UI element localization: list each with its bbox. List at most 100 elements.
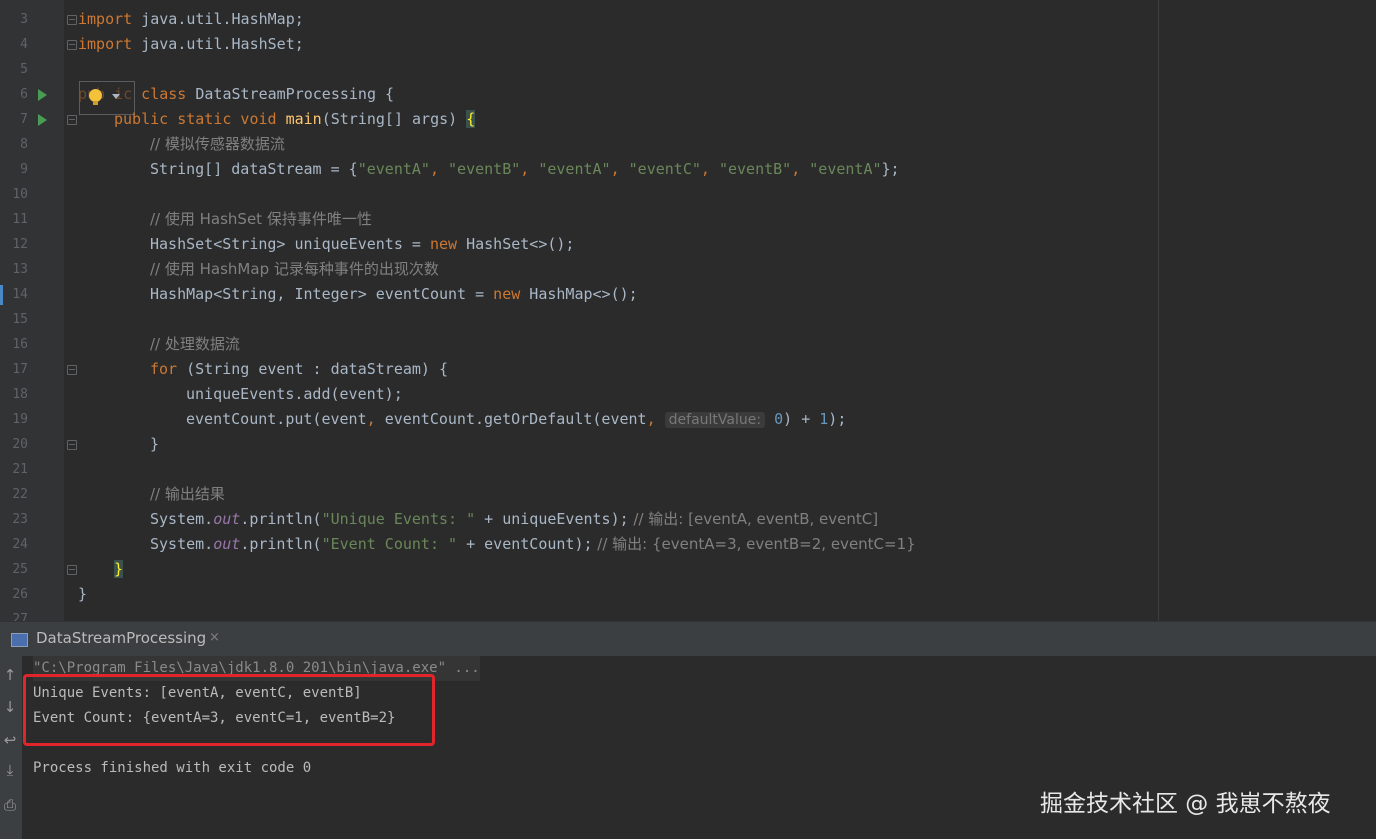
line-number: 23 bbox=[12, 512, 28, 527]
comment: // 使用 HashSet 保持事件唯一性 bbox=[150, 210, 372, 228]
code-text: ) + bbox=[783, 410, 820, 428]
comma: , bbox=[429, 160, 449, 178]
line-number: 5 bbox=[20, 62, 28, 77]
number-literal: 0 bbox=[774, 410, 784, 428]
code-text: HashMap<>(); bbox=[520, 285, 638, 303]
soft-wrap-icon[interactable]: ↩ bbox=[0, 731, 20, 749]
code-line-11[interactable]: // 使用 HashSet 保持事件唯一性 bbox=[150, 207, 372, 232]
line-number: 4 bbox=[20, 37, 28, 52]
string-literal: "eventA" bbox=[357, 160, 430, 178]
run-main-icon[interactable] bbox=[38, 114, 47, 126]
line-number: 25 bbox=[12, 562, 28, 577]
line-number: 13 bbox=[12, 262, 28, 277]
down-arrow-icon[interactable]: ↓ bbox=[0, 698, 20, 716]
fold-icon[interactable] bbox=[67, 440, 77, 450]
code-line-8[interactable]: // 模拟传感器数据流 bbox=[150, 132, 285, 157]
code-line-24[interactable]: System.out.println("Event Count: " + eve… bbox=[150, 532, 916, 557]
code-text: java.util.HashSet; bbox=[132, 35, 304, 53]
class-name: DataStreamProcessing { bbox=[195, 85, 395, 103]
string-literal: "eventA" bbox=[538, 160, 611, 178]
comma: , bbox=[366, 410, 385, 428]
fold-icon[interactable] bbox=[67, 40, 77, 50]
close-icon[interactable]: × bbox=[209, 630, 220, 645]
run-toolbar: ↑ ↓ ↩ ⤓ ⎙ bbox=[0, 656, 22, 839]
keyword: new bbox=[429, 235, 458, 253]
comment: // 输出结果 bbox=[150, 485, 225, 503]
line-number: 11 bbox=[12, 212, 28, 227]
code-text: HashSet<>(); bbox=[457, 235, 575, 253]
code-text: HashMap<String, Integer> eventCount = bbox=[150, 285, 494, 303]
code-line-9[interactable]: String[] dataStream = {"eventA", "eventB… bbox=[150, 157, 900, 182]
chevron-down-icon[interactable] bbox=[112, 94, 120, 99]
code-text: + eventCount); bbox=[457, 535, 593, 553]
line-number: 3 bbox=[20, 12, 28, 27]
code-text: .println( bbox=[240, 510, 322, 528]
line-number: 10 bbox=[12, 187, 28, 202]
watermark: 掘金技术社区 @ 我崽不熬夜 bbox=[1040, 791, 1331, 817]
code-text: HashSet<String> uniqueEvents = bbox=[150, 235, 430, 253]
lightbulb-icon[interactable] bbox=[89, 89, 102, 105]
line-number: 26 bbox=[12, 587, 28, 602]
code-editor[interactable]: 3 4 5 6 7 8 9 10 11 12 13 14 15 16 17 18… bbox=[0, 0, 1376, 621]
static-field: out bbox=[213, 535, 241, 553]
code-line-4[interactable]: import java.util.HashSet; bbox=[78, 32, 304, 57]
keyword: import bbox=[78, 35, 133, 53]
scroll-to-end-icon[interactable]: ⤓ bbox=[0, 761, 20, 779]
fold-icon[interactable] bbox=[67, 115, 77, 125]
keyword: import bbox=[78, 10, 133, 28]
right-margin-guide bbox=[1158, 0, 1159, 621]
code-line-17[interactable]: for (String event : dataStream) { bbox=[150, 357, 448, 382]
code-line-18[interactable]: uniqueEvents.add(event); bbox=[186, 382, 403, 407]
keyword: for bbox=[150, 360, 178, 378]
up-arrow-icon[interactable]: ↑ bbox=[0, 666, 20, 684]
code-text: } bbox=[78, 585, 88, 603]
parameter-hint: defaultValue: bbox=[664, 412, 766, 428]
number-literal: 1 bbox=[819, 410, 829, 428]
code-text: }; bbox=[881, 160, 900, 178]
code-line-20[interactable]: } bbox=[150, 432, 159, 457]
comma: , bbox=[700, 160, 719, 178]
string-literal: "eventC" bbox=[628, 160, 701, 178]
line-number: 15 bbox=[12, 312, 28, 327]
code-line-3[interactable]: import java.util.HashMap; bbox=[78, 7, 304, 32]
comma: , bbox=[646, 410, 665, 428]
comment: // 输出: {eventA=3, eventB=2, eventC=1} bbox=[592, 535, 916, 553]
line-number: 19 bbox=[12, 412, 28, 427]
matched-brace: } bbox=[114, 560, 124, 578]
code-line-14[interactable]: HashMap<String, Integer> eventCount = ne… bbox=[150, 282, 638, 307]
run-tab-label[interactable]: DataStreamProcessing bbox=[36, 629, 206, 647]
comma: , bbox=[610, 160, 629, 178]
string-literal: "Event Count: " bbox=[321, 535, 458, 553]
comment: // 使用 HashMap 记录每种事件的出现次数 bbox=[150, 260, 439, 278]
matched-brace: { bbox=[466, 110, 476, 128]
code-line-13[interactable]: // 使用 HashMap 记录每种事件的出现次数 bbox=[150, 257, 439, 282]
run-config-icon bbox=[11, 633, 28, 647]
code-line-7[interactable]: public static void main(String[] args) { bbox=[114, 107, 476, 132]
string-literal: "eventB" bbox=[718, 160, 792, 178]
code-text: System. bbox=[150, 535, 214, 553]
code-line-23[interactable]: System.out.println("Unique Events: " + u… bbox=[150, 507, 878, 532]
line-number: 22 bbox=[12, 487, 28, 502]
fold-icon[interactable] bbox=[67, 15, 77, 25]
code-line-16[interactable]: // 处理数据流 bbox=[150, 332, 240, 357]
code-text: (String event : dataStream) { bbox=[177, 360, 449, 378]
run-class-icon[interactable] bbox=[38, 89, 47, 101]
comment: // 模拟传感器数据流 bbox=[150, 135, 285, 153]
code-line-19[interactable]: eventCount.put(event, eventCount.getOrDe… bbox=[186, 407, 846, 432]
code-line-22[interactable]: // 输出结果 bbox=[150, 482, 225, 507]
line-number: 14 bbox=[12, 287, 28, 302]
line-number: 20 bbox=[12, 437, 28, 452]
code-text: ); bbox=[828, 410, 847, 428]
code-line-26[interactable]: } bbox=[78, 582, 87, 607]
line-number: 21 bbox=[12, 462, 28, 477]
method-name: main bbox=[285, 110, 322, 128]
line-number: 16 bbox=[12, 337, 28, 352]
line-number: 12 bbox=[12, 237, 28, 252]
code-line-25[interactable]: } bbox=[114, 557, 124, 582]
print-icon[interactable]: ⎙ bbox=[0, 796, 20, 814]
fold-icon[interactable] bbox=[67, 365, 77, 375]
fold-icon[interactable] bbox=[67, 565, 77, 575]
code-text: + uniqueEvents); bbox=[475, 510, 629, 528]
code-line-12[interactable]: HashSet<String> uniqueEvents = new HashS… bbox=[150, 232, 574, 257]
line-number: 24 bbox=[12, 537, 28, 552]
